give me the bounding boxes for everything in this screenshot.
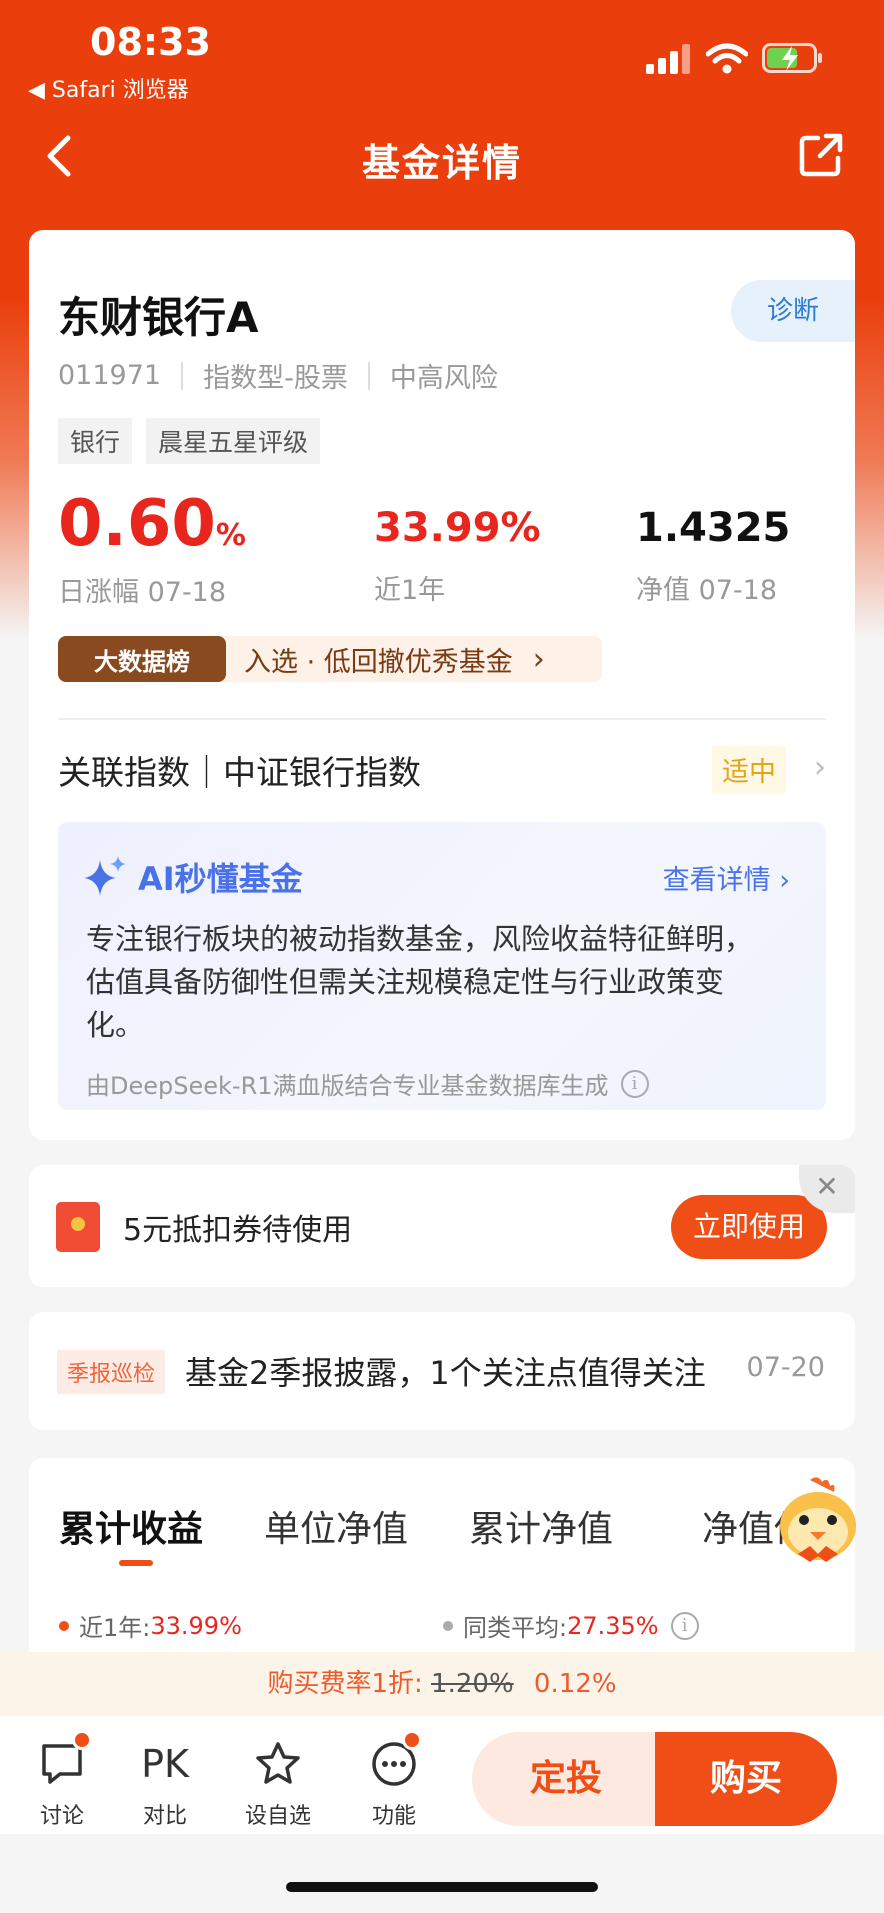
add-watchlist-button[interactable]: 设自选 bbox=[228, 1740, 328, 1830]
use-coupon-button[interactable]: 立即使用 bbox=[671, 1195, 827, 1259]
diagnose-button[interactable]: 诊断 bbox=[731, 280, 855, 342]
chevron-right-icon: › bbox=[532, 641, 545, 677]
nav-value: 1.4325 bbox=[636, 505, 791, 551]
year-return-stat: 33.99% 近1年 bbox=[374, 508, 541, 607]
pk-icon: PK bbox=[141, 1742, 189, 1786]
report-date: 07-20 bbox=[746, 1352, 825, 1383]
notification-dot bbox=[72, 1730, 92, 1750]
daily-change-stat: 0.60% 日涨幅 07-18 bbox=[58, 492, 246, 609]
legend-own-label: 近1年: bbox=[79, 1614, 151, 1642]
functions-button[interactable]: 功能 bbox=[344, 1730, 444, 1830]
quarterly-report-card[interactable]: 季报巡检 基金2季报披露，1个关注点值得关注 07-20 bbox=[29, 1312, 855, 1430]
share-icon[interactable] bbox=[798, 132, 844, 178]
back-to-safari-link[interactable]: ◀ Safari 浏览器 bbox=[28, 72, 189, 104]
legend-avg-value: 27.35% bbox=[567, 1611, 659, 1640]
ai-source: 由DeepSeek-R1满血版结合专业基金数据库生成 i bbox=[86, 1066, 649, 1101]
daily-change-label: 日涨幅 07-18 bbox=[58, 577, 227, 608]
legend-avg-label: 同类平均: bbox=[463, 1614, 568, 1642]
year-return-label: 近1年 bbox=[374, 575, 446, 606]
fee-discounted: 0.12% bbox=[533, 1669, 617, 1699]
divider bbox=[181, 361, 184, 390]
fund-meta-row: 011971 指数型-股票 中高风险 bbox=[58, 356, 498, 395]
rank-badge: 大数据榜 bbox=[58, 636, 226, 682]
discuss-button[interactable]: 讨论 bbox=[12, 1730, 112, 1830]
sip-button[interactable]: 定投 bbox=[472, 1732, 660, 1826]
fund-risk: 中高风险 bbox=[389, 363, 498, 394]
ai-title: AI秒懂基金 bbox=[138, 860, 303, 898]
fund-code: 011971 bbox=[58, 360, 162, 391]
fund-name: 东财银行A bbox=[58, 293, 259, 342]
fund-summary-card: 东财银行A 诊断 011971 指数型-股票 中高风险 银行 晨星五星评级 0.… bbox=[29, 230, 855, 1140]
related-index-text: 关联指数｜中证银行指数 bbox=[58, 753, 421, 792]
legend-own: 近1年: 33.99% bbox=[59, 1608, 242, 1643]
related-index-row[interactable]: 关联指数｜中证银行指数 适中 › bbox=[58, 740, 826, 796]
sparkle-icon bbox=[84, 856, 126, 896]
legend-avg: 同类平均: 27.35% i bbox=[443, 1608, 699, 1643]
ai-summary-box[interactable]: AI秒懂基金 查看详情 › 专注银行板块的被动指数基金，风险收益特征鲜明，估值具… bbox=[58, 822, 826, 1110]
report-badge: 季报巡检 bbox=[57, 1350, 166, 1394]
report-text: 基金2季报披露，1个关注点值得关注 bbox=[185, 1354, 706, 1392]
fund-tags: 银行 晨星五星评级 bbox=[58, 418, 321, 464]
chevron-right-icon: › bbox=[814, 750, 826, 785]
red-envelope-icon bbox=[56, 1202, 100, 1252]
star-icon bbox=[256, 1742, 300, 1784]
status-bar: 08:33 ◀ Safari 浏览器 bbox=[0, 0, 884, 110]
home-indicator-area bbox=[0, 1834, 884, 1913]
chart-tabs: 累计收益 单位净值 累计净值 净值估算 bbox=[59, 1500, 829, 1580]
coupon-text: 5元抵扣券待使用 bbox=[123, 1213, 353, 1248]
fee-label: 购买费率1折: bbox=[267, 1669, 423, 1699]
functions-label: 功能 bbox=[371, 1804, 416, 1829]
notification-dot bbox=[402, 1730, 422, 1750]
divider bbox=[58, 718, 826, 720]
wifi-icon bbox=[706, 43, 748, 74]
mascot-chick-icon[interactable] bbox=[770, 1474, 866, 1570]
fund-type: 指数型-股票 bbox=[203, 363, 348, 394]
divider bbox=[367, 361, 370, 390]
valuation-badge: 适中 bbox=[712, 746, 786, 793]
info-icon[interactable]: i bbox=[670, 1611, 699, 1640]
rank-banner[interactable]: 大数据榜 入选 · 低回撤优秀基金 › bbox=[58, 636, 602, 682]
nav-bar: 基金详情 bbox=[0, 118, 884, 198]
tab-unit-nav[interactable]: 单位净值 bbox=[264, 1500, 408, 1552]
discuss-label: 讨论 bbox=[39, 1804, 84, 1829]
page-title: 基金详情 bbox=[361, 141, 522, 185]
coupon-card: 5元抵扣券待使用 立即使用 ✕ bbox=[29, 1165, 855, 1287]
tag-rating: 晨星五星评级 bbox=[146, 418, 321, 464]
tab-cumulative-return[interactable]: 累计收益 bbox=[59, 1500, 203, 1552]
legend-dot bbox=[443, 1620, 453, 1631]
status-time: 08:33 bbox=[90, 20, 211, 64]
daily-change-unit: % bbox=[215, 518, 246, 553]
fee-rate-bar: 购买费率1折: 1.20% 0.12% bbox=[0, 1652, 884, 1716]
nav-stat: 1.4325 净值 07-18 bbox=[636, 508, 790, 607]
tab-cumulative-nav[interactable]: 累计净值 bbox=[469, 1500, 613, 1552]
ai-summary-text: 专注银行板块的被动指数基金，风险收益特征鲜明，估值具备防御性但需关注规模稳定性与… bbox=[86, 922, 754, 1042]
battery-charging-icon bbox=[762, 43, 822, 73]
buy-button[interactable]: 购买 bbox=[655, 1732, 837, 1826]
tag-sector: 银行 bbox=[58, 418, 133, 464]
year-return-value: 33.99% bbox=[374, 505, 541, 551]
legend-dot bbox=[59, 1620, 69, 1631]
nav-label: 净值 07-18 bbox=[636, 575, 778, 606]
rank-text: 入选 · 低回撤优秀基金 bbox=[244, 646, 513, 678]
compare-button[interactable]: PK 对比 bbox=[115, 1740, 215, 1830]
signal-icon bbox=[646, 44, 690, 74]
legend-own-value: 33.99% bbox=[150, 1611, 242, 1640]
home-indicator[interactable] bbox=[286, 1882, 598, 1892]
info-icon[interactable]: i bbox=[620, 1069, 649, 1098]
watchlist-label: 设自选 bbox=[244, 1804, 311, 1829]
ai-more-link[interactable]: 查看详情 › bbox=[663, 858, 790, 897]
active-tab-indicator bbox=[119, 1560, 153, 1566]
fee-original: 1.20% bbox=[431, 1669, 514, 1699]
compare-label: 对比 bbox=[142, 1804, 187, 1829]
bottom-action-bar: 讨论 PK 对比 设自选 功能 定投 购买 bbox=[0, 1716, 884, 1834]
daily-change-value: 0.60 bbox=[58, 487, 216, 561]
ai-source-text: 由DeepSeek-R1满血版结合专业基金数据库生成 bbox=[86, 1072, 609, 1100]
